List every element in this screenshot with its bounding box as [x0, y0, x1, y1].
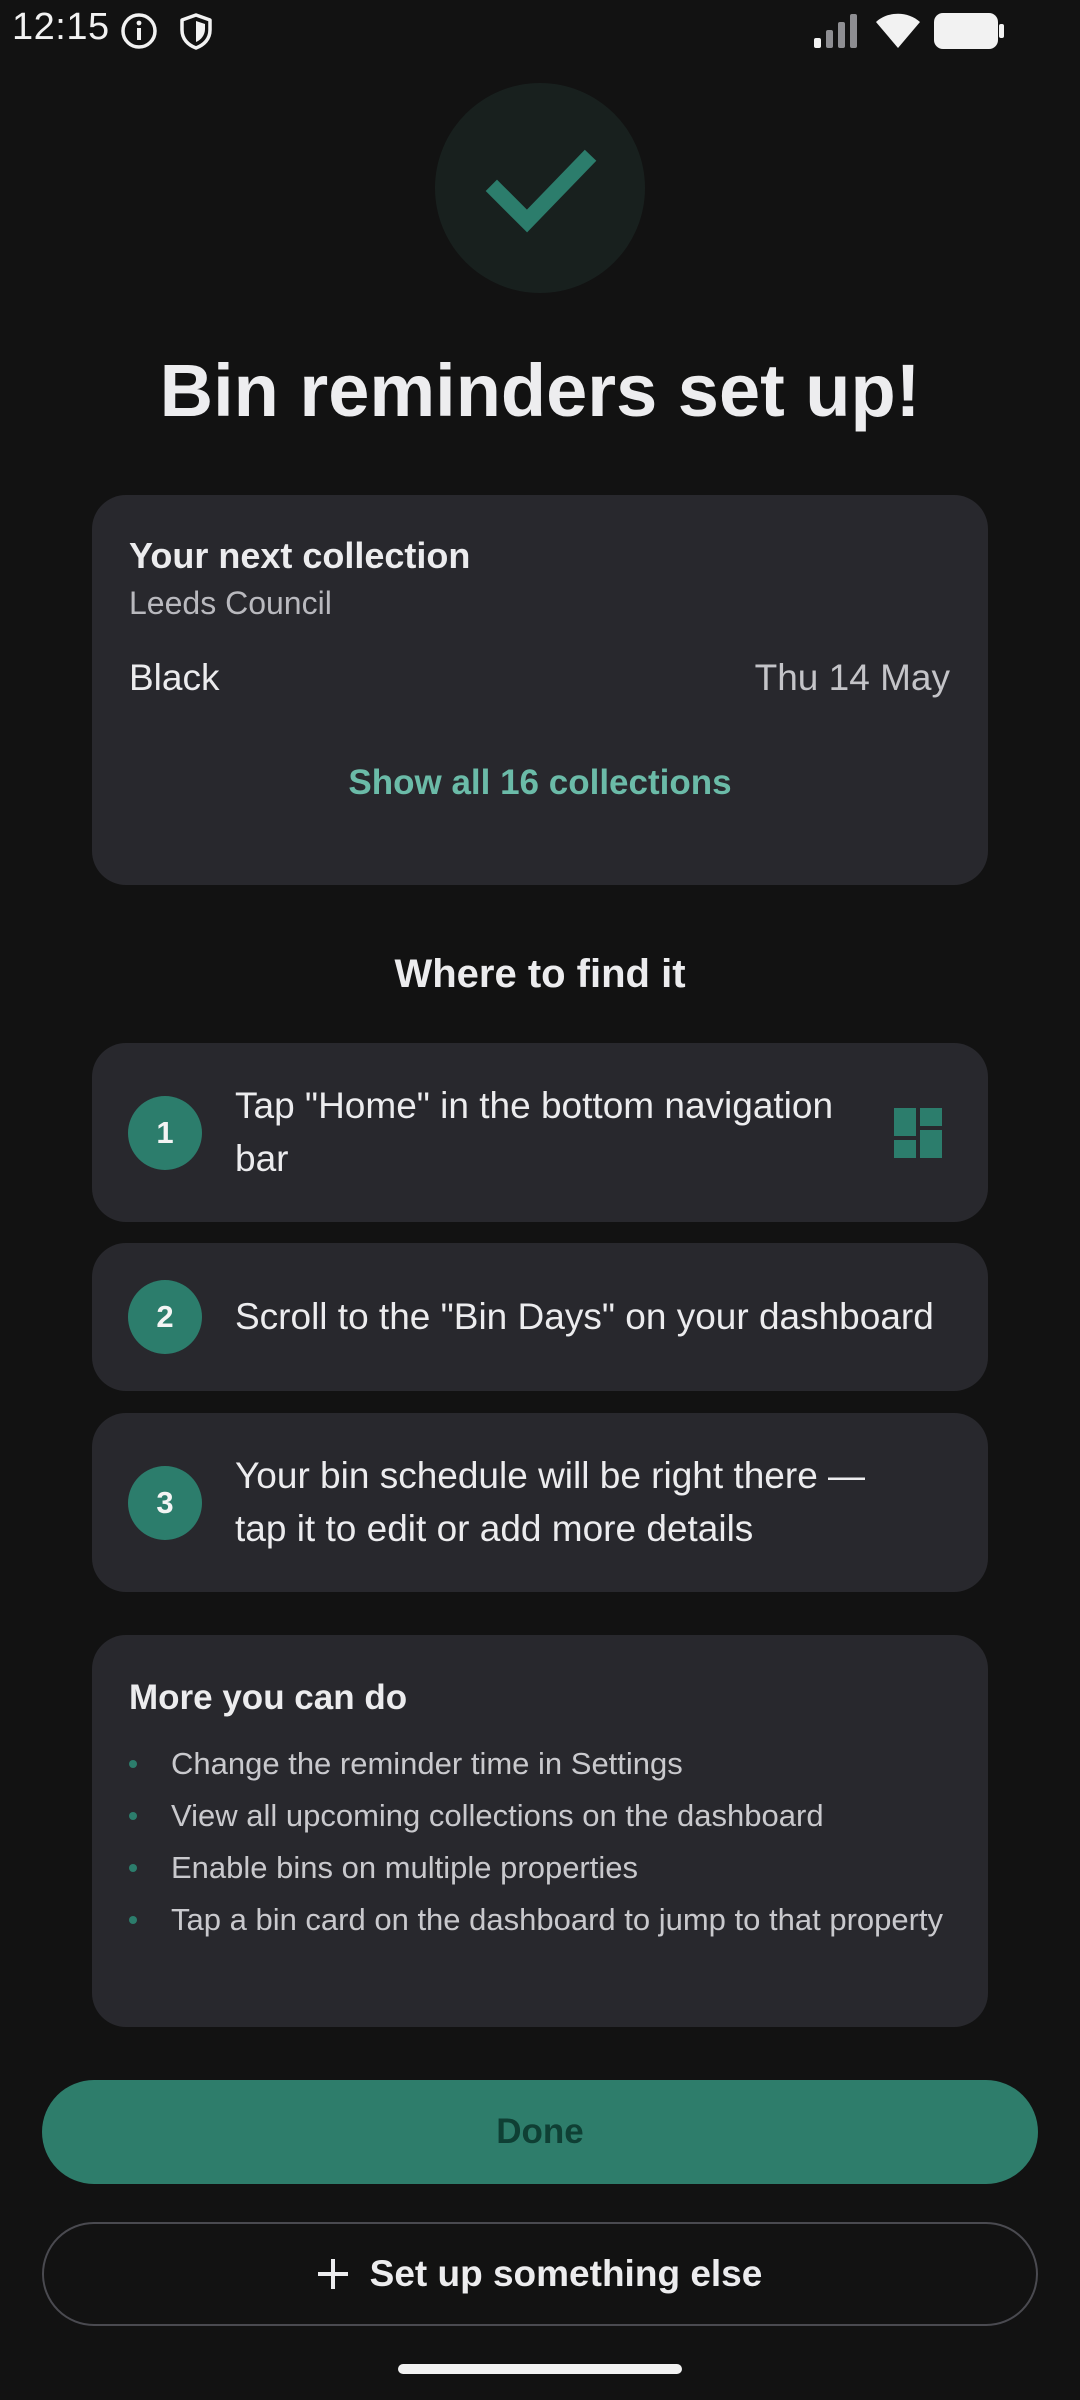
list-item-text: View all upcoming collections on the das… — [171, 1798, 824, 1833]
council-name: Leeds Council — [129, 585, 332, 621]
list-item-text: Tap a bin card on the dashboard to jump … — [171, 1902, 944, 1937]
status-bar: 12:15 — [0, 0, 1080, 62]
check-icon — [485, 149, 597, 233]
where-to-find-title: Where to find it — [394, 952, 686, 996]
set-up-something-else-label: Set up something else — [369, 2253, 763, 2294]
list-item: Change the reminder time in Settings — [129, 1743, 959, 1785]
step-card-2: 2 Scroll to the "Bin Days" on your dashb… — [92, 1243, 988, 1391]
step-text: Tap "Home" in the bottom navigation bar — [235, 1085, 834, 1179]
step-number: 3 — [128, 1466, 202, 1540]
page-title: Bin reminders set up! — [159, 349, 921, 432]
bin-type: Black — [129, 657, 220, 698]
battery-icon — [934, 13, 1004, 49]
step-card-1: 1 Tap "Home" in the bottom navigation ba… — [92, 1043, 988, 1222]
step-number: 2 — [128, 1280, 202, 1354]
list-item: Tap a bin card on the dashboard to jump … — [129, 1899, 959, 1941]
bullet-icon — [129, 1864, 137, 1872]
bullet-icon — [129, 1916, 137, 1924]
tips-list: Change the reminder time in Settings Vie… — [129, 1743, 959, 1951]
dashboard-icon — [894, 1108, 942, 1158]
more-you-can-do-card: More you can do Change the reminder time… — [92, 1635, 988, 2027]
list-item-text: Enable bins on multiple properties — [171, 1850, 638, 1885]
bullet-icon — [129, 1760, 137, 1768]
more-heading: More you can do — [129, 1678, 408, 1717]
list-item: Enable bins on multiple properties — [129, 1847, 959, 1889]
step-text: Scroll to the "Bin Days" on your dashboa… — [235, 1296, 934, 1337]
step-card-3: 3 Your bin schedule will be right there … — [92, 1413, 988, 1592]
show-all-collections-link[interactable]: Show all 16 collections — [92, 763, 988, 803]
step-number: 1 — [128, 1096, 202, 1170]
next-collection-card: Your next collection Leeds Council Black… — [92, 495, 988, 885]
shield-icon — [180, 13, 212, 50]
list-item: View all upcoming collections on the das… — [129, 1795, 959, 1837]
done-button[interactable]: Done — [42, 2080, 1038, 2184]
signal-icon — [814, 14, 857, 48]
bullet-icon — [129, 1812, 137, 1820]
status-time: 12:15 — [12, 6, 110, 48]
collection-date: Thu 14 May — [754, 657, 950, 698]
next-collection-heading: Your next collection — [129, 535, 471, 576]
wifi-icon — [876, 13, 920, 48]
home-indicator[interactable] — [398, 2364, 682, 2374]
set-up-something-else-button[interactable]: Set up something else — [42, 2222, 1038, 2326]
info-icon — [121, 13, 157, 49]
list-item-text: Change the reminder time in Settings — [171, 1746, 683, 1781]
success-badge — [435, 83, 645, 293]
step-text: Your bin schedule will be right there — … — [235, 1455, 866, 1549]
plus-icon — [317, 2259, 348, 2289]
